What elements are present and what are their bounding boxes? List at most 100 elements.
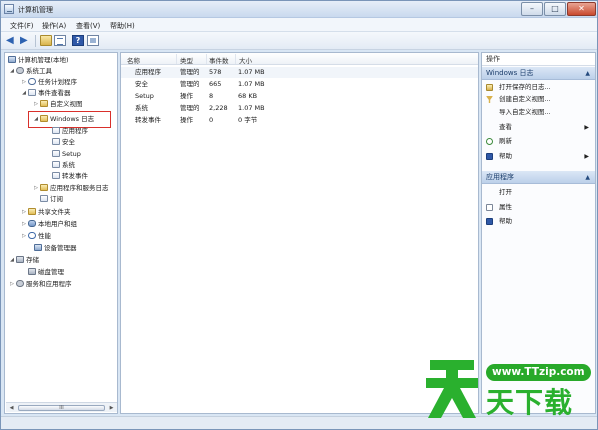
help-icon[interactable]: ? bbox=[72, 35, 84, 46]
log-count: 0 bbox=[209, 116, 214, 124]
expand-arrow-icon[interactable]: ▷ bbox=[33, 99, 39, 109]
maximize-button[interactable]: □ bbox=[544, 2, 566, 16]
tree-item-task-scheduler[interactable]: ▷ 任务计划程序 bbox=[21, 77, 77, 87]
log-count: 8 bbox=[209, 92, 214, 100]
action-open[interactable]: 打开 bbox=[482, 187, 595, 198]
log-type: 管理的 bbox=[180, 68, 200, 76]
tree-item-root[interactable]: 计算机管理(本地) bbox=[7, 55, 69, 65]
tree-item-system-tools[interactable]: ◢ 系统工具 bbox=[9, 66, 52, 76]
menu-action[interactable]: 操作(A) bbox=[42, 21, 66, 31]
show-action-pane-icon[interactable] bbox=[87, 35, 99, 46]
action-view[interactable]: 查看 ▶ bbox=[482, 122, 595, 133]
tree-item-performance[interactable]: ▷ 性能 bbox=[21, 231, 51, 241]
close-button[interactable]: ✕ bbox=[567, 2, 596, 16]
actions-section-windows-logs[interactable]: Windows 日志 ▲ bbox=[482, 67, 595, 80]
tree-item-disk-management[interactable]: 磁盘管理 bbox=[27, 267, 64, 277]
column-divider[interactable] bbox=[235, 54, 236, 64]
scrollbar-grip: III bbox=[59, 405, 64, 411]
column-header-type[interactable]: 类型 bbox=[180, 55, 193, 65]
log-row[interactable]: 应用程序 管理的 578 1.07 MB bbox=[121, 67, 478, 78]
log-count: 578 bbox=[209, 68, 222, 76]
menu-file[interactable]: 文件(F) bbox=[10, 21, 34, 31]
collapse-caret-icon[interactable]: ▲ bbox=[585, 171, 590, 184]
collapse-arrow-icon[interactable]: ◢ bbox=[9, 255, 15, 265]
minimize-button[interactable]: – bbox=[521, 2, 543, 16]
log-size: 1.07 MB bbox=[238, 104, 265, 112]
storage-icon bbox=[16, 256, 24, 263]
expand-arrow-icon[interactable]: ▷ bbox=[21, 77, 27, 87]
action-open-saved-log[interactable]: 打开保存的日志... bbox=[482, 82, 595, 93]
action-refresh[interactable]: 刷新 bbox=[482, 136, 595, 147]
navigation-tree: 计算机管理(本地) ◢ 系统工具 ▷ 任务计划程序 ◢ 事件查看器 ▷ 自定义视图 ◢ W… bbox=[4, 52, 118, 414]
tree-item-custom-views[interactable]: ▷ 自定义视图 bbox=[33, 99, 83, 109]
computer-icon bbox=[8, 56, 16, 63]
log-count: 2,228 bbox=[209, 104, 228, 112]
menu-view[interactable]: 查看(V) bbox=[76, 21, 100, 31]
tree-item-log-forwarded[interactable]: 转发事件 bbox=[51, 171, 88, 181]
action-create-custom-view[interactable]: 创建自定义视图... bbox=[482, 94, 595, 105]
tree-label: 存储 bbox=[26, 256, 39, 264]
clock-icon bbox=[28, 78, 36, 85]
tree-item-log-application[interactable]: 应用程序 bbox=[51, 126, 88, 136]
actions-section-application[interactable]: 应用程序 ▲ bbox=[482, 171, 595, 184]
tree-item-event-viewer[interactable]: ◢ 事件查看器 bbox=[21, 88, 71, 98]
column-header-count[interactable]: 事件数 bbox=[209, 55, 229, 65]
tree-item-device-manager[interactable]: 设备管理器 bbox=[33, 243, 77, 253]
scroll-right-arrow-icon[interactable]: ▶ bbox=[107, 404, 116, 412]
toolbar: ◀ ▶ ? bbox=[1, 32, 597, 50]
tree-item-app-service-logs[interactable]: ▷ 应用程序和服务日志 bbox=[33, 183, 109, 193]
expand-arrow-icon[interactable]: ▷ bbox=[9, 279, 15, 289]
up-folder-icon[interactable] bbox=[40, 35, 52, 46]
tree-label: 本地用户和组 bbox=[38, 220, 77, 228]
watermark-text: 天下载 bbox=[486, 386, 574, 419]
shared-folder-icon bbox=[28, 208, 36, 215]
column-header-size[interactable]: 大小 bbox=[239, 55, 252, 65]
tree-item-storage[interactable]: ◢ 存储 bbox=[9, 255, 39, 265]
collapse-caret-icon[interactable]: ▲ bbox=[585, 67, 590, 80]
column-divider[interactable] bbox=[176, 54, 177, 64]
tree-item-shared-folders[interactable]: ▷ 共享文件夹 bbox=[21, 207, 71, 217]
filter-icon bbox=[486, 96, 493, 103]
forward-arrow-icon[interactable]: ▶ bbox=[20, 35, 32, 46]
menu-help[interactable]: 帮助(H) bbox=[110, 21, 135, 31]
expand-arrow-icon[interactable]: ▷ bbox=[33, 183, 39, 193]
action-help[interactable]: 帮助 ▶ bbox=[482, 151, 595, 162]
expand-arrow-icon[interactable]: ▷ bbox=[21, 219, 27, 229]
log-row[interactable]: 安全 管理的 665 1.07 MB bbox=[121, 79, 478, 90]
log-type: 操作 bbox=[180, 92, 193, 100]
log-size: 0 字节 bbox=[238, 116, 258, 124]
scroll-left-arrow-icon[interactable]: ◀ bbox=[7, 404, 16, 412]
log-icon bbox=[52, 161, 60, 168]
action-label: 查看 bbox=[499, 123, 512, 131]
show-hide-tree-icon[interactable] bbox=[54, 35, 66, 46]
expand-arrow-icon[interactable]: ▷ bbox=[21, 207, 27, 217]
column-header-name[interactable]: 名称 bbox=[127, 55, 140, 65]
tree-item-log-system[interactable]: 系统 bbox=[51, 160, 75, 170]
disk-icon bbox=[28, 268, 36, 275]
tree-item-log-security[interactable]: 安全 bbox=[51, 137, 75, 147]
collapse-arrow-icon[interactable]: ◢ bbox=[21, 88, 27, 98]
action-properties[interactable]: 属性 bbox=[482, 202, 595, 213]
log-name: 系统 bbox=[135, 104, 148, 112]
tree-item-subscriptions[interactable]: 订阅 bbox=[39, 194, 63, 204]
folder-icon bbox=[40, 115, 48, 122]
column-divider[interactable] bbox=[206, 54, 207, 64]
log-row[interactable]: 系统 管理的 2,228 1.07 MB bbox=[121, 103, 478, 114]
back-arrow-icon[interactable]: ◀ bbox=[6, 35, 18, 46]
collapse-arrow-icon[interactable]: ◢ bbox=[9, 66, 15, 76]
log-row[interactable]: 转发事件 操作 0 0 字节 bbox=[121, 115, 478, 126]
action-help-app[interactable]: 帮助 bbox=[482, 216, 595, 227]
watermark-logo bbox=[426, 360, 478, 418]
tree-label: 事件查看器 bbox=[38, 89, 71, 97]
tree-item-windows-logs[interactable]: ◢ Windows 日志 bbox=[33, 114, 94, 124]
tree-horizontal-scrollbar[interactable]: ◀ III ▶ bbox=[6, 402, 117, 412]
device-manager-icon bbox=[34, 244, 42, 251]
users-icon bbox=[28, 220, 36, 227]
tree-item-local-users[interactable]: ▷ 本地用户和组 bbox=[21, 219, 77, 229]
tree-item-services-apps[interactable]: ▷ 服务和应用程序 bbox=[9, 279, 72, 289]
tree-item-log-setup[interactable]: Setup bbox=[51, 149, 81, 159]
log-row[interactable]: Setup 操作 8 68 KB bbox=[121, 91, 478, 102]
action-import-custom-view[interactable]: 导入自定义视图... bbox=[482, 107, 595, 118]
expand-arrow-icon[interactable]: ▷ bbox=[21, 231, 27, 241]
collapse-arrow-icon[interactable]: ◢ bbox=[33, 114, 39, 124]
